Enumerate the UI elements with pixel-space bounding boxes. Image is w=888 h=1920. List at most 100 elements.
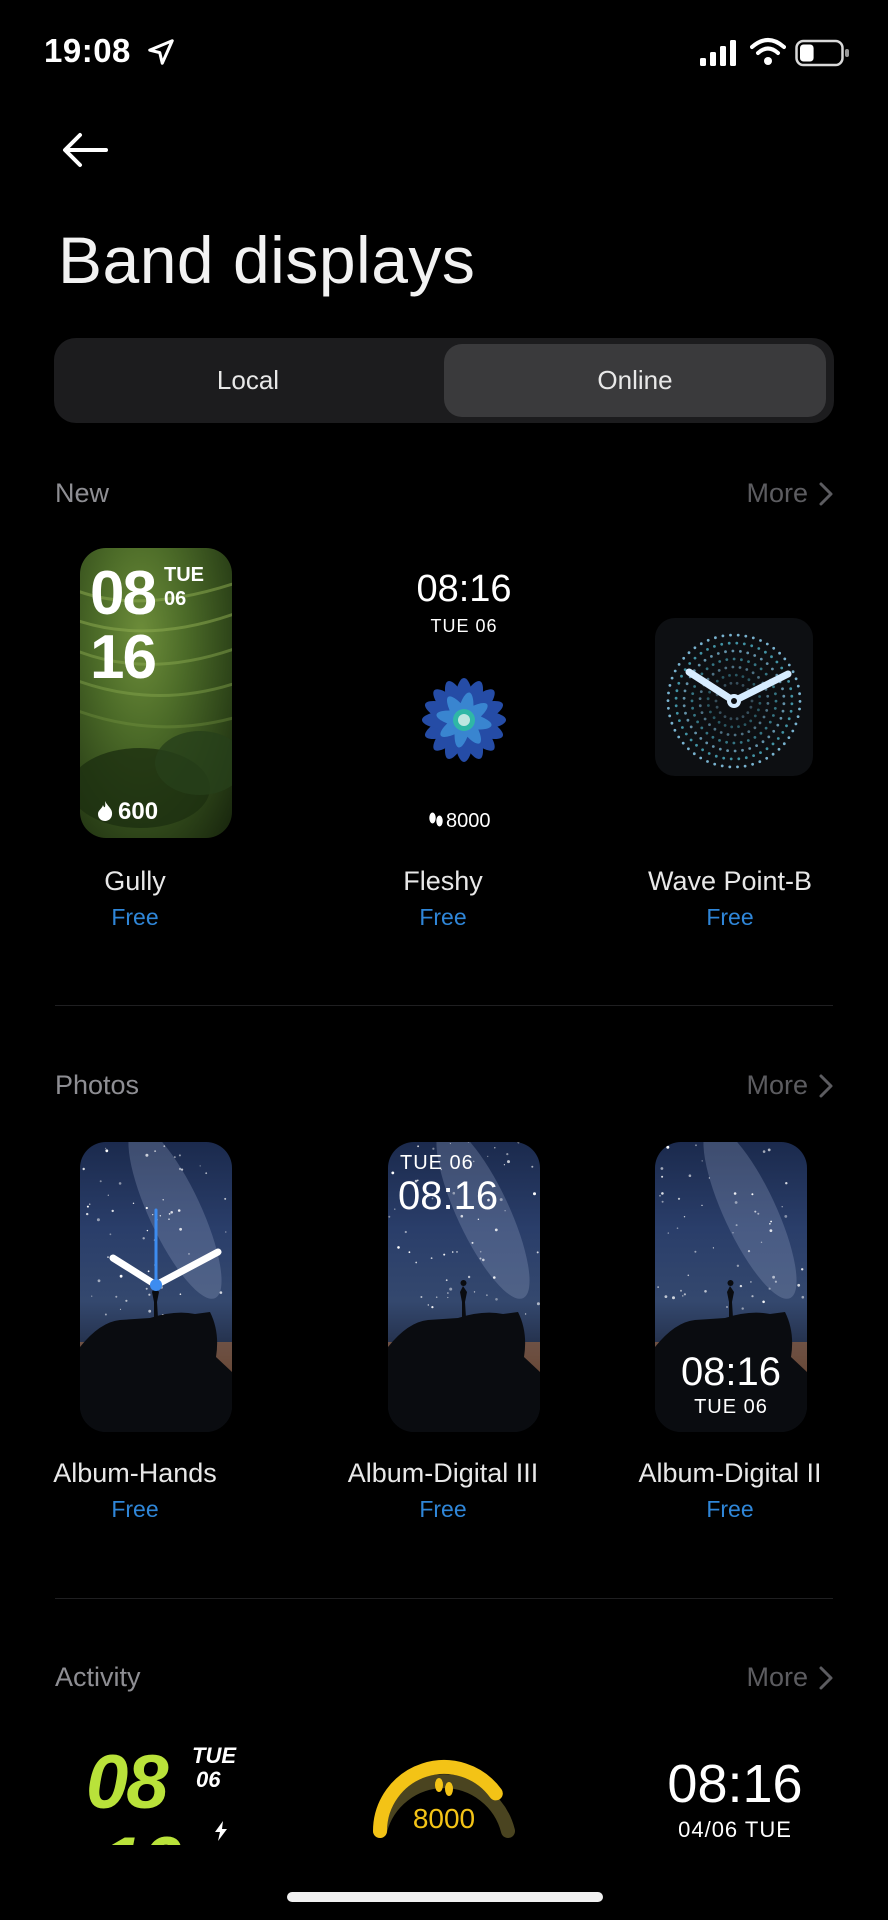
card-name: Album-Digital III — [347, 1458, 539, 1488]
star — [762, 1300, 765, 1304]
display-card-activity-2[interactable]: 8000 — [308, 1735, 578, 1850]
face-time: 08:16 — [680, 1350, 782, 1394]
star — [769, 1223, 771, 1225]
star — [694, 1250, 697, 1253]
star — [683, 1293, 686, 1296]
display-card-activity-3[interactable]: 08:16 04/06 TUE — [595, 1735, 865, 1850]
display-card-gully[interactable]: 08 TUE 06 16 600 Gully Free — [0, 548, 270, 938]
more-link-photos[interactable]: More — [746, 1070, 834, 1101]
back-arrow-icon[interactable] — [56, 128, 112, 172]
tab-online[interactable]: Online — [444, 344, 826, 417]
star — [467, 1275, 471, 1279]
face-steps: 8000 — [446, 810, 491, 832]
star — [524, 1313, 527, 1315]
star — [688, 1174, 692, 1177]
star — [479, 1257, 482, 1260]
star — [781, 1206, 783, 1208]
display-card-album-digital-iii[interactable]: TUE 06 08:16 Album-Digital III Free — [308, 1142, 578, 1522]
star — [772, 1275, 775, 1279]
face-date-day: 04/06 TUE — [678, 1817, 792, 1842]
milky-way — [703, 1142, 797, 1299]
card-name: Gully — [104, 866, 166, 896]
wifi-icon — [750, 38, 786, 65]
star — [506, 1153, 509, 1156]
person-head — [727, 1280, 734, 1286]
display-card-wave-point-b[interactable]: Wave Point-B Free — [595, 548, 865, 938]
status-time: 19:08 — [44, 32, 131, 69]
tab-local[interactable]: Local — [60, 344, 436, 417]
star — [417, 1145, 419, 1148]
star — [495, 1298, 498, 1301]
star — [676, 1227, 679, 1229]
star — [504, 1210, 506, 1212]
band-face-thumbnail: 08:16 TUE 06 8000 — [388, 548, 540, 838]
star — [449, 1142, 451, 1145]
cellular-signal-icon — [700, 40, 736, 66]
local-online-toggle: Local Online — [54, 338, 834, 423]
status-bar: 19:08 — [0, 0, 888, 110]
star — [493, 1276, 496, 1279]
band-face-thumbnail: 8000 — [368, 1735, 520, 1845]
star — [708, 1177, 711, 1179]
star — [473, 1291, 476, 1293]
more-link-new[interactable]: More — [746, 478, 834, 509]
face-calories: 600 — [118, 798, 159, 825]
star — [394, 1208, 396, 1210]
star — [536, 1251, 539, 1254]
star — [695, 1144, 697, 1147]
star — [661, 1175, 664, 1178]
star — [445, 1279, 448, 1282]
star — [801, 1268, 804, 1271]
display-card-album-hands[interactable]: Album-Hands Free — [0, 1142, 270, 1522]
star — [479, 1250, 482, 1253]
star — [435, 1296, 438, 1298]
person-head — [460, 1280, 467, 1286]
star — [420, 1296, 423, 1298]
section-divider — [55, 1598, 833, 1599]
face-minute: 16 — [90, 623, 157, 692]
band-face-thumbnail: 08:16 TUE 06 — [655, 1142, 807, 1432]
star — [672, 1296, 675, 1300]
display-card-activity-1[interactable]: 08 TUE 06 10 — [0, 1735, 270, 1850]
face-time: 08:16 — [667, 1754, 803, 1814]
star — [431, 1306, 434, 1309]
section-divider — [55, 1005, 833, 1006]
star — [732, 1232, 734, 1234]
star — [471, 1241, 474, 1244]
star — [447, 1292, 449, 1294]
star — [536, 1302, 540, 1306]
more-label: More — [746, 478, 808, 508]
person-silhouette — [460, 1286, 467, 1318]
face-day-date: TUE 06 — [430, 616, 498, 636]
star — [683, 1216, 686, 1218]
star — [736, 1264, 740, 1267]
face-hour: 08 — [90, 559, 157, 628]
battery-icon — [795, 39, 849, 67]
card-price: Free — [111, 904, 159, 930]
band-face-thumbnail: TUE 06 08:16 — [388, 1142, 540, 1432]
chevron-right-icon — [819, 482, 833, 505]
display-card-fleshy[interactable]: 08:16 TUE 06 8000 Fleshy Free — [308, 548, 578, 938]
star — [397, 1246, 400, 1249]
face-day: TUE — [192, 1743, 236, 1768]
star — [456, 1251, 458, 1253]
star — [770, 1220, 772, 1223]
star — [432, 1147, 435, 1150]
star — [486, 1294, 488, 1297]
card-price: Free — [706, 904, 754, 930]
band-face-thumbnail: 08 TUE 06 10 — [80, 1735, 240, 1845]
star — [503, 1164, 505, 1166]
section-title-photos: Photos — [55, 1070, 140, 1100]
star — [801, 1295, 805, 1299]
star — [762, 1150, 766, 1153]
star — [701, 1204, 703, 1206]
star — [499, 1198, 503, 1202]
face-date: 06 — [196, 1767, 221, 1792]
more-link-activity[interactable]: More — [746, 1662, 834, 1693]
star — [451, 1251, 454, 1253]
card-name: Wave Point-B — [647, 866, 813, 896]
star — [447, 1296, 449, 1299]
star — [494, 1147, 496, 1149]
lightning-icon — [215, 1821, 227, 1841]
display-card-album-digital-ii[interactable]: 08:16 TUE 06 Album-Digital II Free — [595, 1142, 865, 1522]
